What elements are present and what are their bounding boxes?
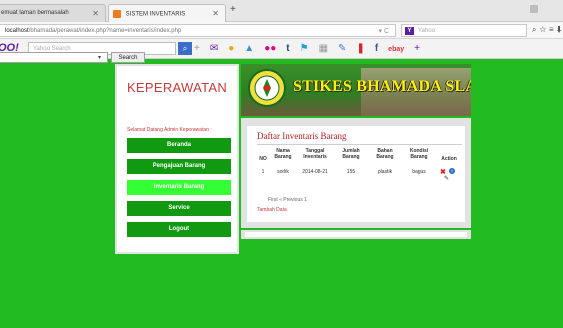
tab-inventaris[interactable]: SISTEM INVENTARIS ✕ bbox=[108, 4, 226, 22]
window-control-icon[interactable] bbox=[530, 5, 538, 13]
tab-close-icon[interactable]: ✕ bbox=[92, 9, 99, 18]
browser-search-placeholder: Yahoo bbox=[418, 28, 435, 34]
stikes-logo bbox=[248, 69, 286, 107]
menu-pengajuan-barang[interactable]: Pengajuan Barang bbox=[127, 159, 231, 174]
edit-icon[interactable]: ✎ bbox=[444, 175, 449, 182]
favicon-icon bbox=[113, 10, 121, 18]
star-icon[interactable]: ☆ bbox=[539, 25, 549, 34]
cell-jumlah: 155 bbox=[346, 169, 356, 175]
column-header: Action bbox=[441, 156, 457, 162]
add-data-link[interactable]: Tambah Data bbox=[257, 207, 287, 213]
column-header: Kondisi Barang bbox=[409, 148, 429, 160]
menu-service[interactable]: Service bbox=[127, 201, 231, 216]
tab-label: emuat laman bermasalah bbox=[1, 10, 69, 16]
browser-tab-bar: emuat laman bermasalah ✕ SISTEM INVENTAR… bbox=[0, 0, 563, 22]
welcome-text: Selamat Datang Admin Keperawatan : bbox=[127, 127, 212, 133]
cell-kondisi: bagus bbox=[412, 169, 426, 175]
footer-bar bbox=[241, 230, 471, 239]
tab-close-icon[interactable]: ✕ bbox=[212, 9, 219, 18]
tab-error-page[interactable]: emuat laman bermasalah ✕ bbox=[0, 4, 106, 22]
search-row: ▾ Search bbox=[0, 52, 563, 64]
search-button[interactable]: Search bbox=[111, 52, 145, 63]
bookmark-icon[interactable]: ≡ bbox=[549, 25, 557, 34]
pagination[interactable]: First « Previous 1 bbox=[268, 197, 307, 203]
menu-inventaris-barang[interactable]: Inventaris Barang bbox=[127, 180, 231, 195]
browser-search-input[interactable]: Y Yahoo bbox=[401, 24, 527, 37]
divider bbox=[257, 144, 462, 145]
page-title: Daftar Inventaris Barang bbox=[257, 131, 347, 141]
column-header: NO bbox=[259, 156, 267, 162]
content-card: Daftar Inventaris Barang NO Nama Barang … bbox=[247, 126, 465, 222]
sidebar: KEPERAWATAN Selamat Datang Admin Keperaw… bbox=[115, 64, 239, 254]
cell-tanggal: 2014-08-21 bbox=[302, 169, 328, 175]
url-input[interactable]: localhost/bhamada/perawat/index.php?name… bbox=[0, 24, 396, 37]
nav-icons: ⌕☆≡⬇ bbox=[532, 25, 563, 35]
url-host: localhost bbox=[5, 28, 29, 34]
column-header: Bahan Barang bbox=[376, 148, 394, 160]
cell-bahan: plastik bbox=[377, 169, 393, 175]
column-header: Jumlah Barang bbox=[342, 148, 360, 160]
header-banner: STIKES BHAMADA SLAWI bbox=[241, 64, 471, 116]
cell-no: 1 bbox=[261, 169, 265, 175]
menu-beranda[interactable]: Beranda bbox=[127, 138, 231, 153]
info-icon[interactable]: i bbox=[449, 168, 455, 174]
menu-logout[interactable]: Logout bbox=[127, 222, 231, 237]
navigation-bar: localhost/bhamada/perawat/index.php?name… bbox=[0, 22, 563, 39]
sidebar-title: KEPERAWATAN bbox=[126, 80, 228, 95]
banner-title: STIKES BHAMADA SLAWI bbox=[293, 78, 471, 95]
window-controls bbox=[529, 0, 559, 14]
cell-nama: sorlik bbox=[277, 169, 289, 175]
tab-label: SISTEM INVENTARIS bbox=[125, 11, 186, 18]
column-header: Nama Barang bbox=[274, 148, 292, 160]
content-panel: Daftar Inventaris Barang NO Nama Barang … bbox=[241, 118, 471, 228]
new-tab-icon[interactable]: + bbox=[230, 4, 236, 15]
search-select[interactable]: ▾ bbox=[0, 52, 108, 63]
yahoo-icon: Y bbox=[405, 27, 414, 35]
column-header: Tanggal Inventaris bbox=[303, 148, 327, 160]
url-path: /bhamada/perawat/index.php?name=inventar… bbox=[28, 28, 182, 34]
download-icon[interactable]: ⬇ bbox=[557, 25, 563, 34]
reload-icon[interactable]: ▾ C bbox=[378, 27, 389, 35]
footer-inner bbox=[245, 232, 467, 237]
